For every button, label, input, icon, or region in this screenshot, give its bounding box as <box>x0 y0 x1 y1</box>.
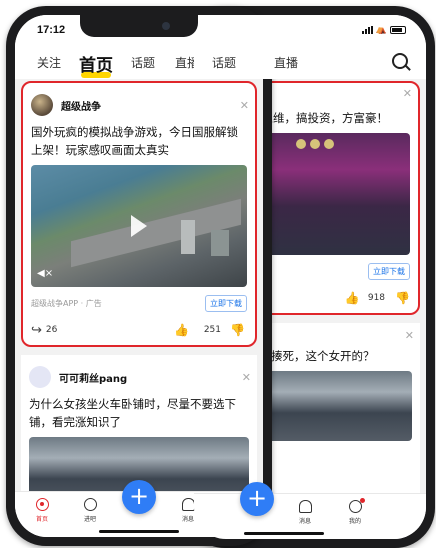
nav-label: 消息 <box>298 518 311 525</box>
mute-icon[interactable]: ◀× <box>37 268 53 279</box>
top-nav: 话题 直播 <box>194 45 426 79</box>
front-phone: 17:12 4G 关注 首页 话题 直播 超级战争 <box>6 6 272 546</box>
ad-video[interactable]: ◀× <box>31 165 247 287</box>
post-card[interactable]: 可可莉丝pang ✕ 为什么女孩坐火车卧铺时，尽量不要选下铺，看完涨知识了 <box>21 355 257 491</box>
tower <box>181 220 195 254</box>
camera-icon <box>162 22 170 30</box>
tab-topic[interactable]: 话题 <box>131 54 155 71</box>
wifi-icon: ⛺ <box>375 24 387 34</box>
nav-home[interactable]: 首页 <box>27 498 57 523</box>
bottom-nav: + 消息 我的 <box>194 482 426 539</box>
stage: ⛺ 话题 直播 ✕ ，运用商业思维，搞投资，方富豪！ 脚饭 <box>0 0 436 548</box>
dislike-icon[interactable]: 👎 <box>395 291 410 305</box>
download-button[interactable]: 立即下载 <box>368 262 410 280</box>
post-headline[interactable]: 为什么女孩坐火车卧铺时，尽量不要选下铺，看完涨知识了 <box>29 395 249 431</box>
tab-live[interactable]: 直播 <box>274 54 298 71</box>
building <box>211 230 229 256</box>
share-count: 26 <box>45 325 58 335</box>
nav-messages[interactable]: 消息 <box>290 500 320 525</box>
notch <box>80 15 198 37</box>
feed: 超级战争 ✕ 国外玩疯的模拟战争游戏，今日国服解锁上架！玩家感叹画面太真实 ◀×… <box>15 81 263 491</box>
search-icon[interactable] <box>392 53 408 69</box>
tab-home[interactable]: 首页 <box>79 51 113 78</box>
ad-source: 超级战争APP · 广告 <box>31 298 102 308</box>
tab-topic[interactable]: 话题 <box>212 54 236 71</box>
ad-headline[interactable]: 国外玩疯的模拟战争游戏，今日国服解锁上架！玩家感叹画面太真实 <box>31 123 247 159</box>
like-count: 918 <box>367 293 386 303</box>
profile-icon <box>348 498 365 513</box>
close-icon[interactable]: ✕ <box>240 99 249 112</box>
nav-label: 进吧 <box>83 516 96 523</box>
hud-icon <box>296 139 306 149</box>
like-icon[interactable]: 👍 <box>345 291 360 305</box>
bell-icon <box>181 498 195 511</box>
close-icon[interactable]: ✕ <box>403 87 412 100</box>
signal-icon <box>361 25 373 34</box>
author-name[interactable]: 超级战争 <box>61 98 101 113</box>
card-header: 超级战争 ✕ <box>31 91 249 119</box>
hud-icon <box>324 139 334 149</box>
author-name[interactable]: 可可莉丝pang <box>59 370 127 385</box>
nav-profile[interactable]: 我的 <box>340 498 370 525</box>
ad-meta-row: 超级战争APP · 广告 立即下载 <box>31 294 247 312</box>
ad-card[interactable]: 超级战争 ✕ 国外玩疯的模拟战争游戏，今日国服解锁上架！玩家感叹画面太真实 ◀×… <box>21 81 257 347</box>
status-bar: ⛺ <box>194 15 426 45</box>
close-icon[interactable]: ✕ <box>405 329 414 342</box>
close-icon[interactable]: ✕ <box>242 371 251 384</box>
avatar[interactable] <box>31 94 53 116</box>
nav-explore[interactable]: 进吧 <box>75 498 105 523</box>
plus-icon[interactable]: + <box>240 482 274 516</box>
share-icon[interactable]: ↪ <box>31 323 42 338</box>
home-icon <box>35 498 49 511</box>
dislike-icon[interactable]: 👎 <box>230 323 245 337</box>
tab-follow[interactable]: 关注 <box>37 54 61 71</box>
home-indicator <box>244 532 324 535</box>
front-screen: 17:12 4G 关注 首页 话题 直播 超级战争 <box>15 15 263 537</box>
play-icon[interactable] <box>131 215 147 237</box>
battery-icon <box>390 25 406 34</box>
like-icon[interactable]: 👍 <box>174 323 189 337</box>
compass-icon <box>83 498 97 511</box>
status-icons: ⛺ <box>361 24 406 35</box>
hud-icon <box>310 139 320 149</box>
card-header: 可可莉丝pang ✕ <box>29 363 251 391</box>
action-row: ↪ 26 👍 251 👎 <box>31 321 247 339</box>
like-count: 251 <box>203 325 221 335</box>
avatar[interactable] <box>29 366 51 388</box>
download-button[interactable]: 立即下载 <box>205 294 247 312</box>
nav-label: 首页 <box>35 516 48 523</box>
bell-icon <box>298 500 312 513</box>
status-time: 17:12 <box>37 24 66 36</box>
home-indicator <box>99 530 179 533</box>
nav-label: 我的 <box>348 518 361 525</box>
plus-icon[interactable]: + <box>122 480 156 514</box>
